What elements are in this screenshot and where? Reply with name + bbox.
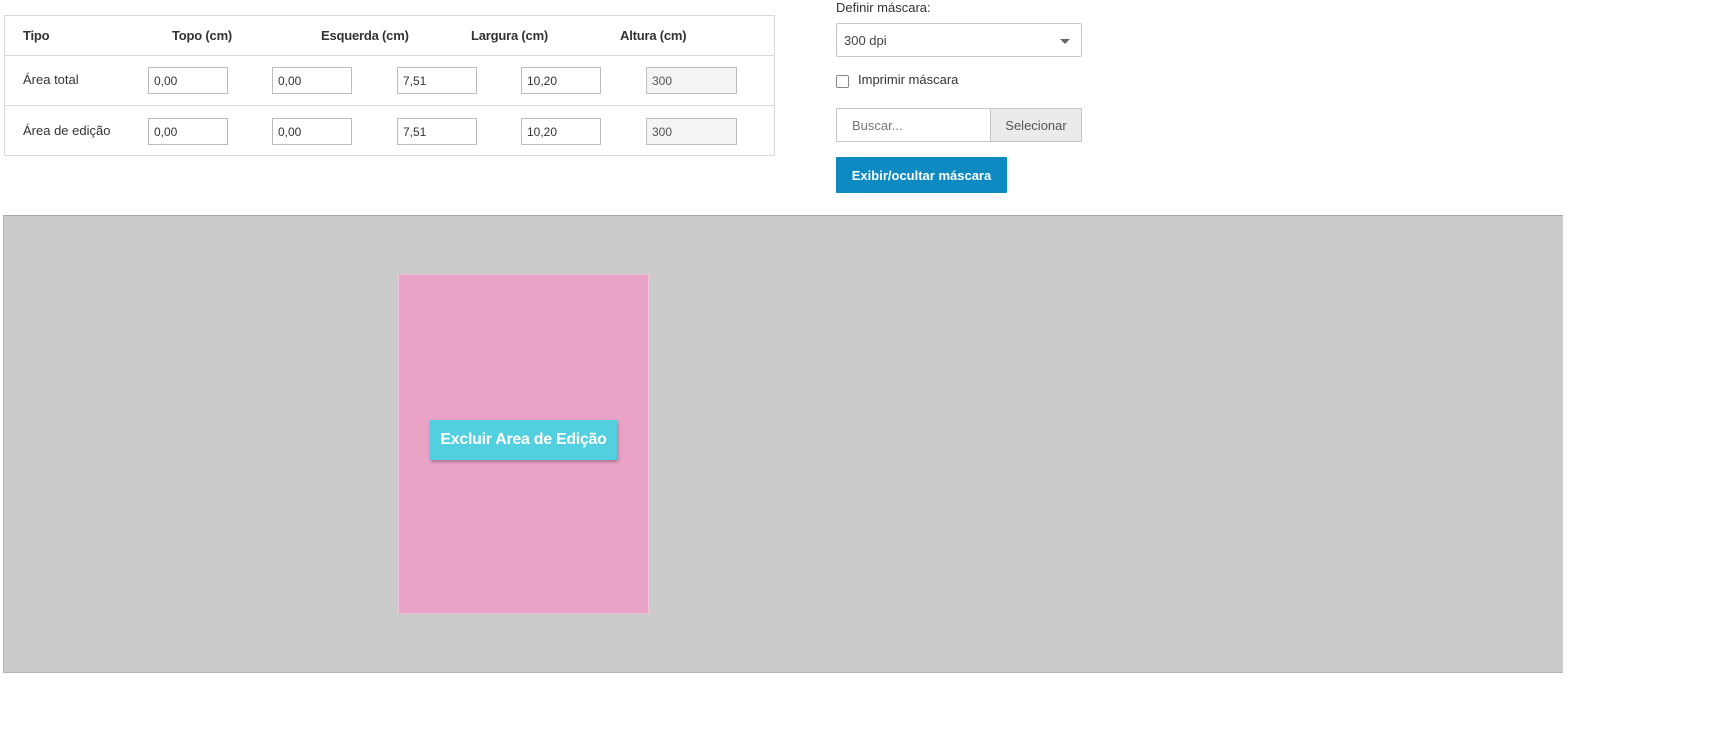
largura-input[interactable] <box>397 118 477 145</box>
dpi-input <box>646 118 737 145</box>
dimensions-table: Tipo Topo (cm) Esquerda (cm) Largura (cm… <box>4 15 775 156</box>
topo-input[interactable] <box>148 118 228 145</box>
row-label: Área total <box>23 72 79 87</box>
mask-label: Definir máscara: <box>836 0 931 15</box>
altura-input[interactable] <box>521 118 601 145</box>
table-header-row: Tipo Topo (cm) Esquerda (cm) Largura (cm… <box>5 16 774 56</box>
header-altura: Altura (cm) <box>620 28 687 43</box>
largura-input[interactable] <box>397 67 477 94</box>
select-button[interactable]: Selecionar <box>990 108 1082 142</box>
dpi-input <box>646 67 737 94</box>
mask-select[interactable]: 300 dpi <box>836 23 1082 57</box>
table-row-area-edicao: Área de edição <box>5 106 774 156</box>
altura-input[interactable] <box>521 67 601 94</box>
row-label: Área de edição <box>23 123 111 138</box>
header-tipo: Tipo <box>23 28 50 43</box>
header-largura: Largura (cm) <box>471 28 549 43</box>
table-row-area-total: Área total <box>5 55 774 106</box>
delete-edit-area-button[interactable]: Excluir Area de Edição <box>430 420 617 460</box>
header-esquerda: Esquerda (cm) <box>321 28 409 43</box>
search-input[interactable] <box>836 108 991 142</box>
chevron-down-icon <box>1060 39 1070 44</box>
print-mask-label: Imprimir máscara <box>858 72 959 87</box>
toggle-mask-button[interactable]: Exibir/ocultar máscara <box>836 157 1007 193</box>
print-mask-checkbox[interactable] <box>836 75 849 88</box>
esquerda-input[interactable] <box>272 67 352 94</box>
edit-area[interactable]: Excluir Area de Edição <box>398 274 649 614</box>
editor-canvas[interactable]: Excluir Area de Edição <box>3 215 1563 673</box>
header-topo: Topo (cm) <box>172 28 233 43</box>
topo-input[interactable] <box>148 67 228 94</box>
mask-selected-value: 300 dpi <box>844 33 887 48</box>
esquerda-input[interactable] <box>272 118 352 145</box>
